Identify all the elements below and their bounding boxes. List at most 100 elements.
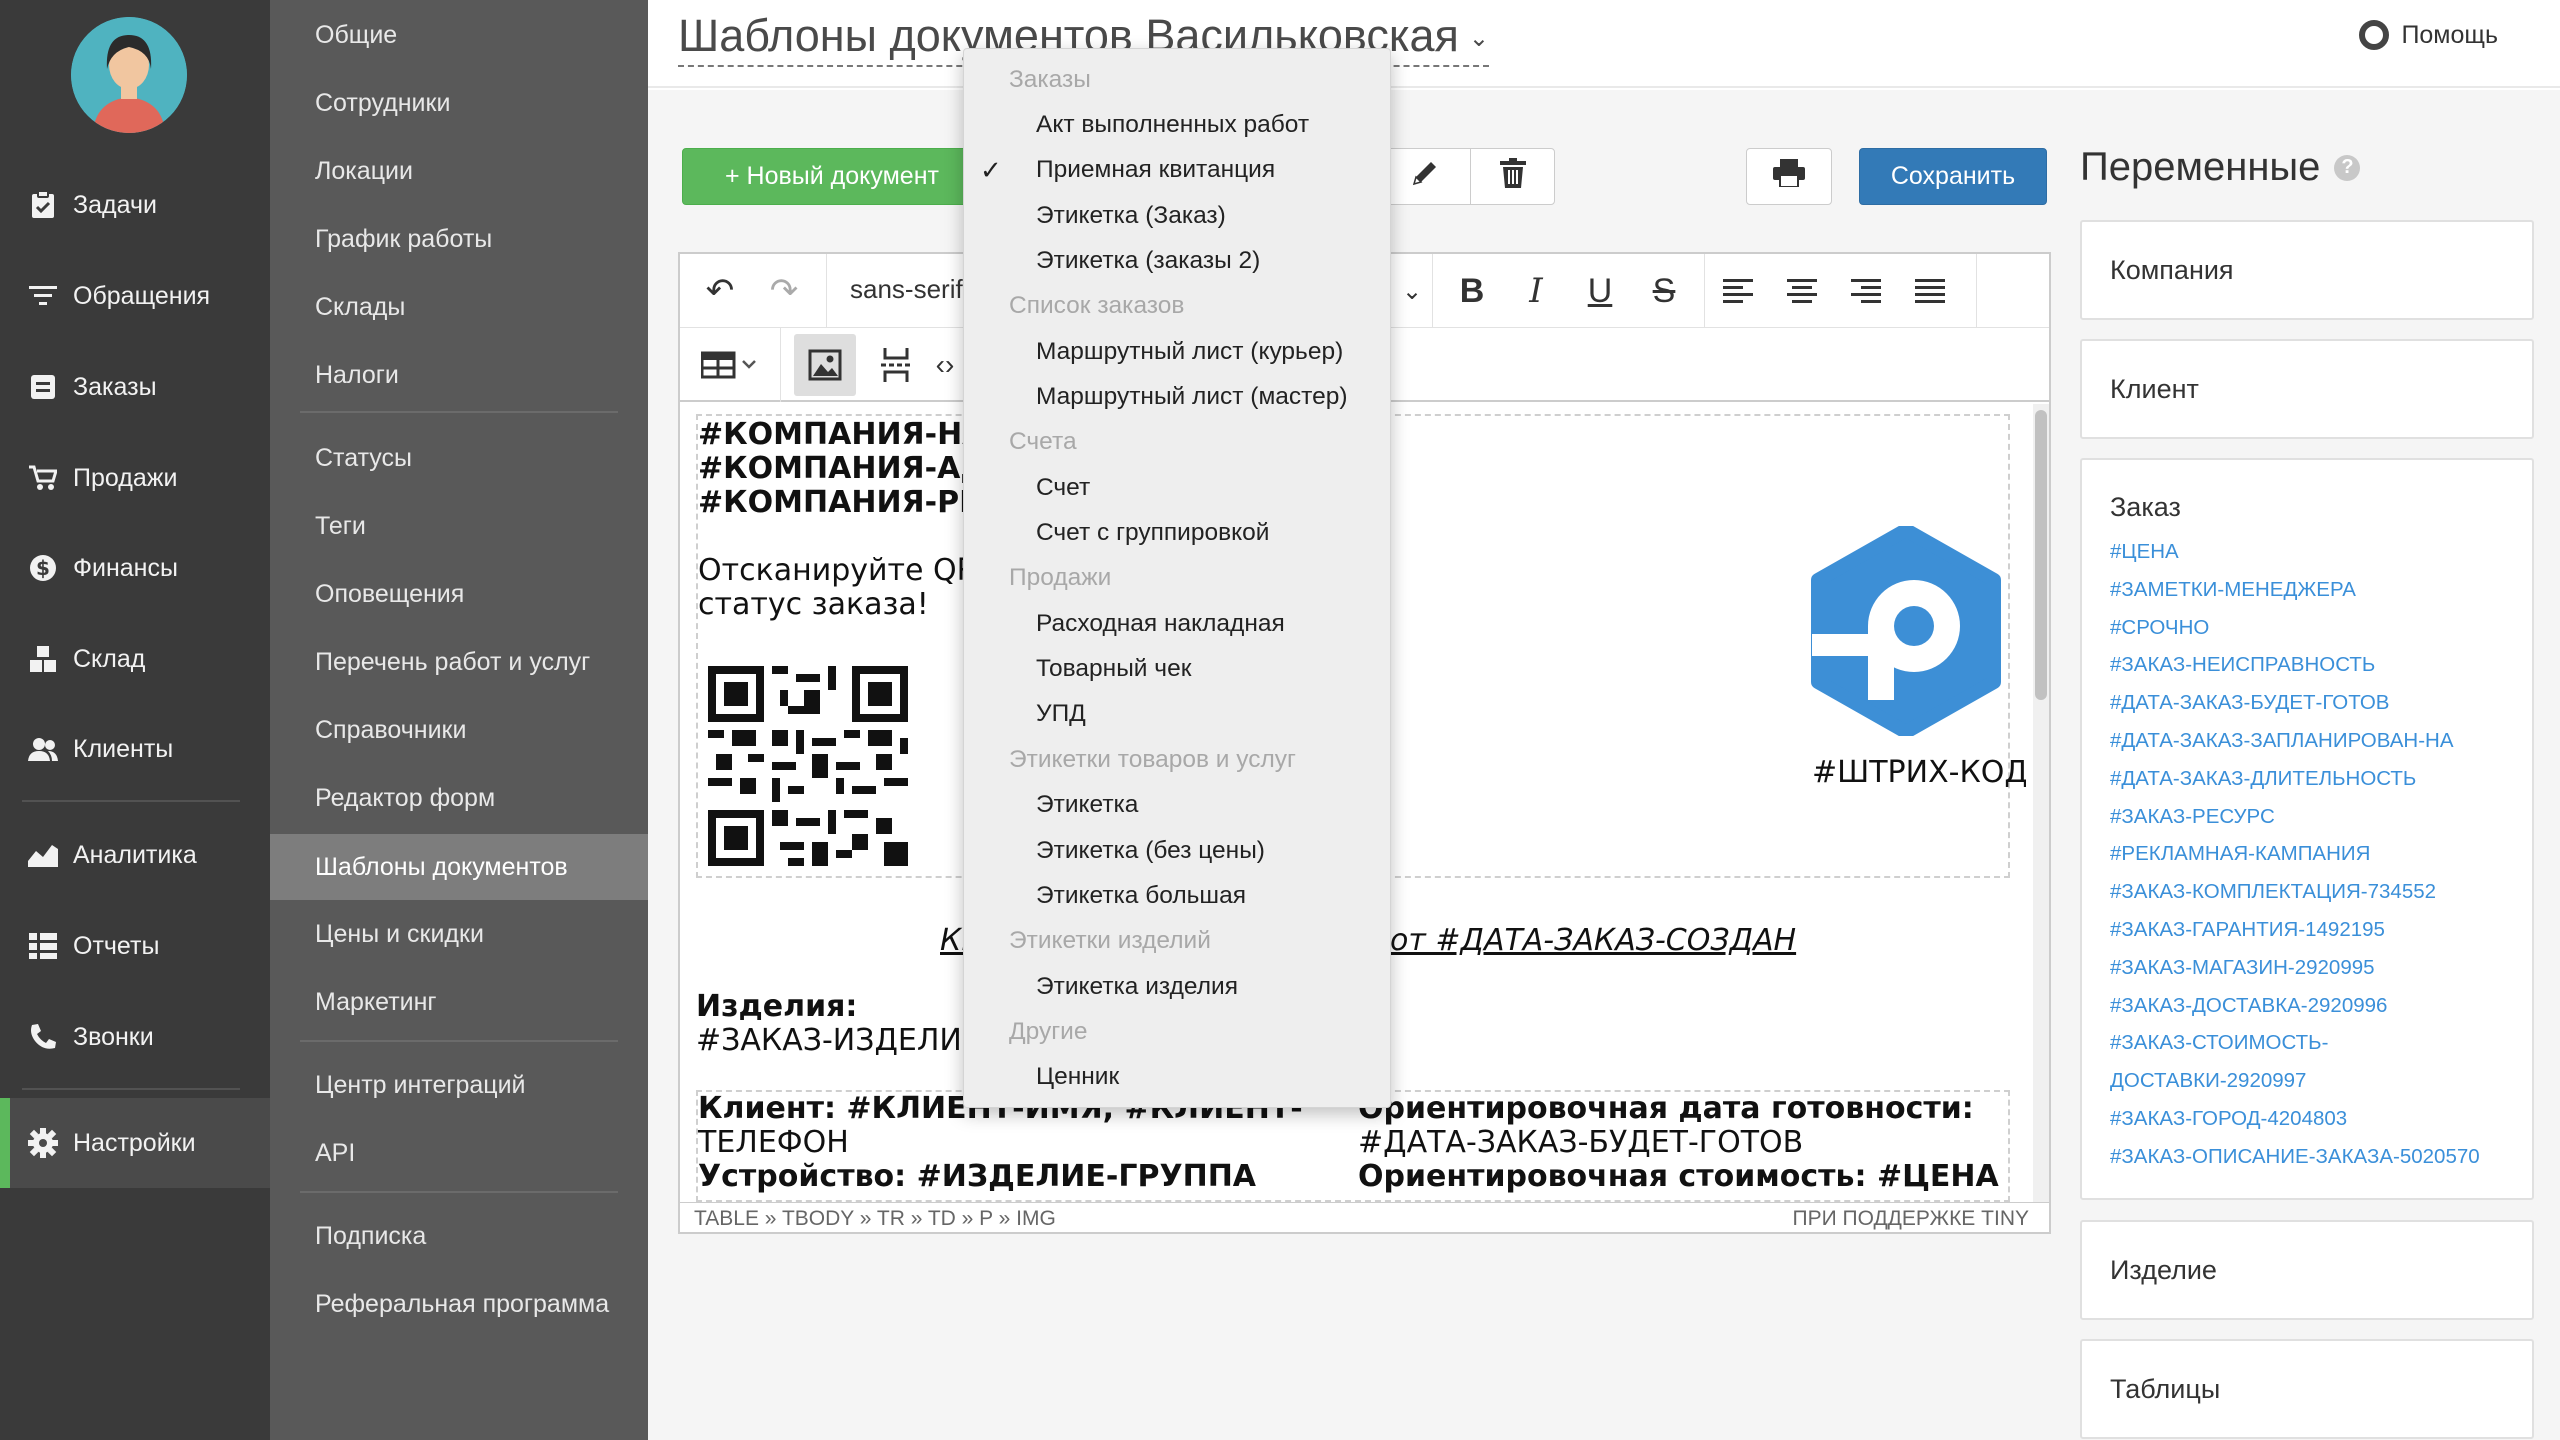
variable-link[interactable]: #ЗАКАЗ-ГАРАНТИЯ-1492195 bbox=[2110, 911, 2532, 949]
new-document-button[interactable]: + Новый документ bbox=[682, 148, 982, 205]
var-group-product[interactable]: Изделие bbox=[2080, 1220, 2534, 1320]
dropdown-option[interactable]: Маршрутный лист (мастер) bbox=[964, 374, 1390, 419]
variable-link[interactable]: #ЗАКАЗ-КОМПЛЕКТАЦИЯ-734552 bbox=[2110, 873, 2532, 911]
sub-item-form-editor[interactable]: Редактор форм bbox=[270, 766, 648, 830]
nav-item-finance[interactable]: $ Финансы bbox=[0, 533, 270, 603]
bold-button[interactable]: B bbox=[1444, 254, 1500, 328]
dropdown-option[interactable]: Расходная накладная bbox=[964, 601, 1390, 646]
sub-item-prices[interactable]: Цены и скидки bbox=[270, 902, 648, 966]
nav-item-sales[interactable]: Продажи bbox=[0, 443, 270, 513]
company-logo-image[interactable] bbox=[1806, 526, 2006, 736]
source-code-button[interactable]: ‹› bbox=[930, 328, 960, 402]
undo-button[interactable]: ↶ bbox=[690, 254, 750, 328]
qr-code-image[interactable] bbox=[708, 666, 908, 866]
align-justify-button[interactable] bbox=[1902, 254, 1958, 328]
variable-link[interactable]: #ЗАКАЗ-НЕИСПРАВНОСТЬ bbox=[2110, 646, 2532, 684]
help-link[interactable]: Помощь bbox=[2359, 20, 2498, 50]
variable-link[interactable]: #ЗАКАЗ-МАГАЗИН-2920995 bbox=[2110, 949, 2532, 987]
editor-scrollbar[interactable] bbox=[2033, 404, 2049, 1202]
variable-link[interactable]: #ДАТА-ЗАКАЗ-ДЛИТЕЛЬНОСТЬ bbox=[2110, 760, 2532, 798]
dropdown-option[interactable]: Акт выполненных работ bbox=[964, 102, 1390, 147]
var-group-label[interactable]: Заказ bbox=[2082, 492, 2532, 523]
dropdown-option[interactable]: УПД bbox=[964, 692, 1390, 737]
table-button[interactable] bbox=[694, 328, 764, 402]
nav-item-analytics[interactable]: Аналитика bbox=[0, 820, 270, 890]
align-left-button[interactable] bbox=[1710, 254, 1766, 328]
variable-link[interactable]: #ДАТА-ЗАКАЗ-ЗАПЛАНИРОВАН-НА bbox=[2110, 722, 2532, 760]
dropdown-option[interactable]: Счет с группировкой bbox=[964, 510, 1390, 555]
settings-sidebar: Общие Сотрудники Локации График работы С… bbox=[270, 0, 648, 1440]
variable-link[interactable]: #ЗАКАЗ-РЕСУРС bbox=[2110, 798, 2532, 836]
help-question-icon[interactable]: ? bbox=[2334, 154, 2361, 181]
redo-button[interactable]: ↷ bbox=[754, 254, 814, 328]
clipboard-icon bbox=[27, 189, 59, 221]
var-group-client[interactable]: Клиент bbox=[2080, 339, 2534, 439]
dropdown-option[interactable]: Маршрутный лист (курьер) bbox=[964, 329, 1390, 374]
dropdown-option[interactable]: Ценник bbox=[964, 1055, 1390, 1100]
align-right-button[interactable] bbox=[1838, 254, 1894, 328]
scrollbar-thumb[interactable] bbox=[2035, 410, 2047, 700]
scan-text-1: Отсканируйте QR- bbox=[698, 553, 988, 588]
sub-item-general[interactable]: Общие bbox=[270, 3, 648, 67]
sub-item-referral[interactable]: Реферальная программа bbox=[270, 1272, 648, 1336]
sub-item-tags[interactable]: Теги bbox=[270, 494, 648, 558]
nav-item-requests[interactable]: Обращения bbox=[0, 261, 270, 331]
dropdown-option[interactable]: Этикетка bbox=[964, 783, 1390, 828]
variable-link[interactable]: #ЗАМЕТКИ-МЕНЕДЖЕРА bbox=[2110, 571, 2532, 609]
nav-item-warehouse[interactable]: Склад bbox=[0, 624, 270, 694]
sub-item-subscription[interactable]: Подписка bbox=[270, 1204, 648, 1268]
nav-item-orders[interactable]: Заказы bbox=[0, 352, 270, 422]
variable-link[interactable]: #СРОЧНО bbox=[2110, 609, 2532, 647]
sub-item-integrations[interactable]: Центр интеграций bbox=[270, 1053, 648, 1117]
delete-button[interactable] bbox=[1470, 148, 1555, 205]
strikethrough-button[interactable]: S bbox=[1636, 254, 1692, 328]
chevron-down-icon[interactable]: ⌄ bbox=[1392, 254, 1432, 328]
sub-item-doc-templates[interactable]: Шаблоны документов bbox=[270, 834, 648, 900]
var-group-tables[interactable]: Таблицы bbox=[2080, 1339, 2534, 1439]
sub-item-notifications[interactable]: Оповещения bbox=[270, 562, 648, 626]
variable-link[interactable]: #РЕКЛАМНАЯ-КАМПАНИЯ bbox=[2110, 835, 2532, 873]
underline-button[interactable]: U bbox=[1572, 254, 1628, 328]
var-group-company[interactable]: Компания bbox=[2080, 220, 2534, 320]
user-avatar[interactable] bbox=[71, 17, 187, 133]
dropdown-option[interactable]: Этикетка изделия bbox=[964, 964, 1390, 1009]
sub-item-taxes[interactable]: Налоги bbox=[270, 343, 648, 407]
variable-link[interactable]: ДОСТАВКИ-2920997 bbox=[2110, 1062, 2532, 1100]
align-center-button[interactable] bbox=[1774, 254, 1830, 328]
sub-item-employees[interactable]: Сотрудники bbox=[270, 71, 648, 135]
variable-link[interactable]: #ЗАКАЗ-СТОИМОСТЬ- bbox=[2110, 1024, 2532, 1062]
sub-item-api[interactable]: API bbox=[270, 1121, 648, 1185]
dropdown-option[interactable]: Этикетка (Заказ) bbox=[964, 193, 1390, 238]
sub-item-services[interactable]: Перечень работ и услуг bbox=[270, 630, 648, 694]
sub-item-locations[interactable]: Локации bbox=[270, 139, 648, 203]
nav-item-calls[interactable]: Звонки bbox=[0, 1002, 270, 1072]
font-family-select[interactable]: sans-serif bbox=[850, 274, 963, 305]
variable-link[interactable]: #ЗАКАЗ-ДОСТАВКА-2920996 bbox=[2110, 987, 2532, 1025]
sub-item-warehouses[interactable]: Склады bbox=[270, 275, 648, 339]
variable-link[interactable]: #ЦЕНА bbox=[2110, 533, 2532, 571]
sub-item-schedule[interactable]: График работы bbox=[270, 207, 648, 271]
powered-by[interactable]: ПРИ ПОДДЕРЖКЕ TINY bbox=[1792, 1207, 2029, 1231]
edit-button[interactable] bbox=[1378, 148, 1470, 205]
print-button[interactable] bbox=[1746, 148, 1832, 205]
image-button[interactable] bbox=[794, 334, 856, 396]
sub-item-marketing[interactable]: Маркетинг bbox=[270, 970, 648, 1034]
dropdown-option[interactable]: Товарный чек bbox=[964, 646, 1390, 691]
variable-link[interactable]: #ЗАКАЗ-ГОРОД-4204803 bbox=[2110, 1100, 2532, 1138]
dropdown-option[interactable]: ✓ Приемная квитанция bbox=[964, 148, 1390, 193]
dropdown-option[interactable]: Этикетка (без цены) bbox=[964, 828, 1390, 873]
dropdown-option[interactable]: Этикетка (заказы 2) bbox=[964, 238, 1390, 283]
dropdown-option[interactable]: Этикетка большая bbox=[964, 873, 1390, 918]
variable-link[interactable]: #ДАТА-ЗАКАЗ-БУДЕТ-ГОТОВ bbox=[2110, 684, 2532, 722]
nav-item-clients[interactable]: Клиенты bbox=[0, 714, 270, 784]
page-break-button[interactable] bbox=[868, 328, 924, 402]
variable-link[interactable]: #ЗАКАЗ-ОПИСАНИЕ-ЗАКАЗА-5020570 bbox=[2110, 1138, 2532, 1176]
nav-item-reports[interactable]: Отчеты bbox=[0, 911, 270, 981]
sub-item-directories[interactable]: Справочники bbox=[270, 698, 648, 762]
sub-item-statuses[interactable]: Статусы bbox=[270, 426, 648, 490]
italic-button[interactable]: I bbox=[1508, 254, 1564, 328]
nav-item-settings[interactable]: Настройки bbox=[0, 1098, 270, 1188]
save-button[interactable]: Сохранить bbox=[1859, 148, 2047, 205]
dropdown-option[interactable]: Счет bbox=[964, 465, 1390, 510]
nav-item-tasks[interactable]: Задачи bbox=[0, 170, 270, 240]
